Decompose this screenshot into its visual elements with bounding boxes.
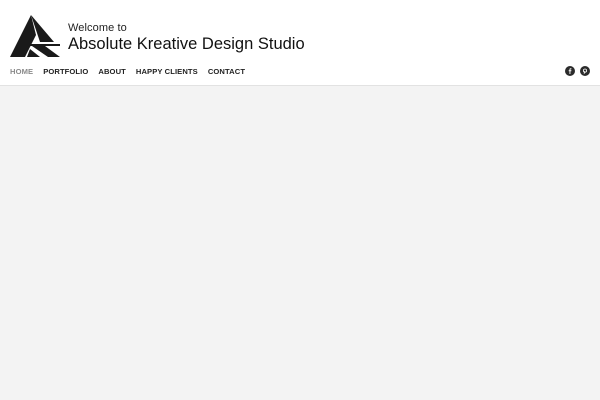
nav-item-happy-clients[interactable]: HAPPY CLIENTS [136, 67, 198, 76]
main-nav: HOME PORTFOLIO ABOUT HAPPY CLIENTS CONTA… [10, 67, 245, 76]
studio-logo[interactable] [10, 15, 60, 57]
welcome-text: Welcome to [68, 22, 127, 34]
social-links [565, 66, 590, 76]
pinterest-icon[interactable] [580, 66, 590, 76]
site-title[interactable]: Absolute Kreative Design Studio [68, 35, 305, 54]
nav-item-contact[interactable]: CONTACT [208, 67, 245, 76]
nav-item-about[interactable]: ABOUT [98, 67, 126, 76]
nav-item-portfolio[interactable]: PORTFOLIO [43, 67, 88, 76]
nav-item-home[interactable]: HOME [10, 67, 33, 76]
main-content-area [0, 86, 600, 400]
site-header: Welcome to Absolute Kreative Design Stud… [0, 0, 600, 86]
facebook-icon[interactable] [565, 66, 575, 76]
